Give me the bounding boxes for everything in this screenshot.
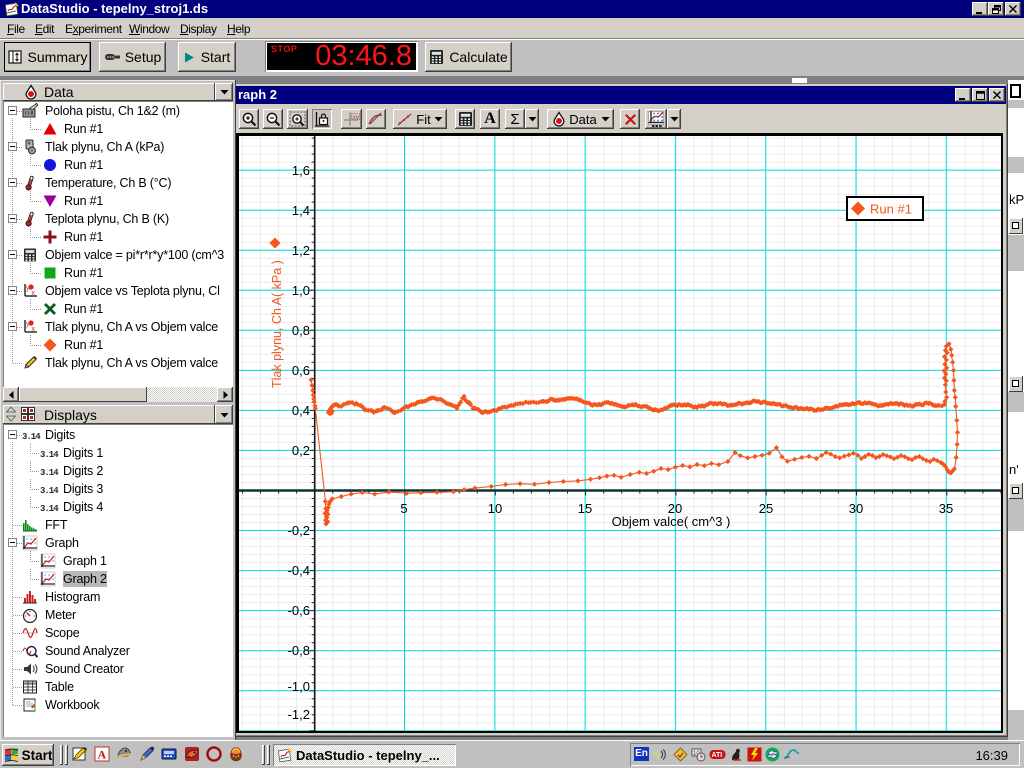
svg-text:A: A xyxy=(98,748,107,762)
svg-text:-0,4: -0,4 xyxy=(288,563,310,578)
svg-text:-0,8: -0,8 xyxy=(288,643,310,658)
svg-text:30: 30 xyxy=(849,501,863,516)
svg-text:25: 25 xyxy=(759,501,773,516)
svg-text:1,2: 1,2 xyxy=(292,243,310,258)
svg-text:1,6: 1,6 xyxy=(292,163,310,178)
svg-text:0,2: 0,2 xyxy=(292,443,310,458)
svg-text:Run #1: Run #1 xyxy=(870,202,912,217)
svg-text:10: 10 xyxy=(488,501,502,516)
svg-text:x: x xyxy=(32,290,36,297)
svg-text:0,4: 0,4 xyxy=(292,403,310,418)
svg-text:Objem valce( cm^3 ): Objem valce( cm^3 ) xyxy=(612,514,731,529)
svg-text:-0,6: -0,6 xyxy=(288,603,310,618)
svg-text:35: 35 xyxy=(939,501,953,516)
svg-text:-1,2: -1,2 xyxy=(288,707,310,722)
svg-text:5: 5 xyxy=(400,501,407,516)
svg-text:-0,2: -0,2 xyxy=(288,523,310,538)
svg-text:Tlak plynu, Ch A( kPa ): Tlak plynu, Ch A( kPa ) xyxy=(270,260,284,388)
svg-text:1,0: 1,0 xyxy=(292,283,310,298)
svg-text:x: x xyxy=(32,326,36,333)
svg-text:ATI: ATI xyxy=(712,752,723,759)
svg-text:15: 15 xyxy=(578,501,592,516)
svg-text:1,4: 1,4 xyxy=(292,203,310,218)
svg-text:y: y xyxy=(26,321,30,328)
svg-text:xy: xy xyxy=(352,114,359,121)
svg-text:y: y xyxy=(26,285,30,292)
svg-text:-1,0: -1,0 xyxy=(288,679,310,694)
svg-text:0,8: 0,8 xyxy=(292,323,310,338)
svg-text:0,6: 0,6 xyxy=(292,363,310,378)
